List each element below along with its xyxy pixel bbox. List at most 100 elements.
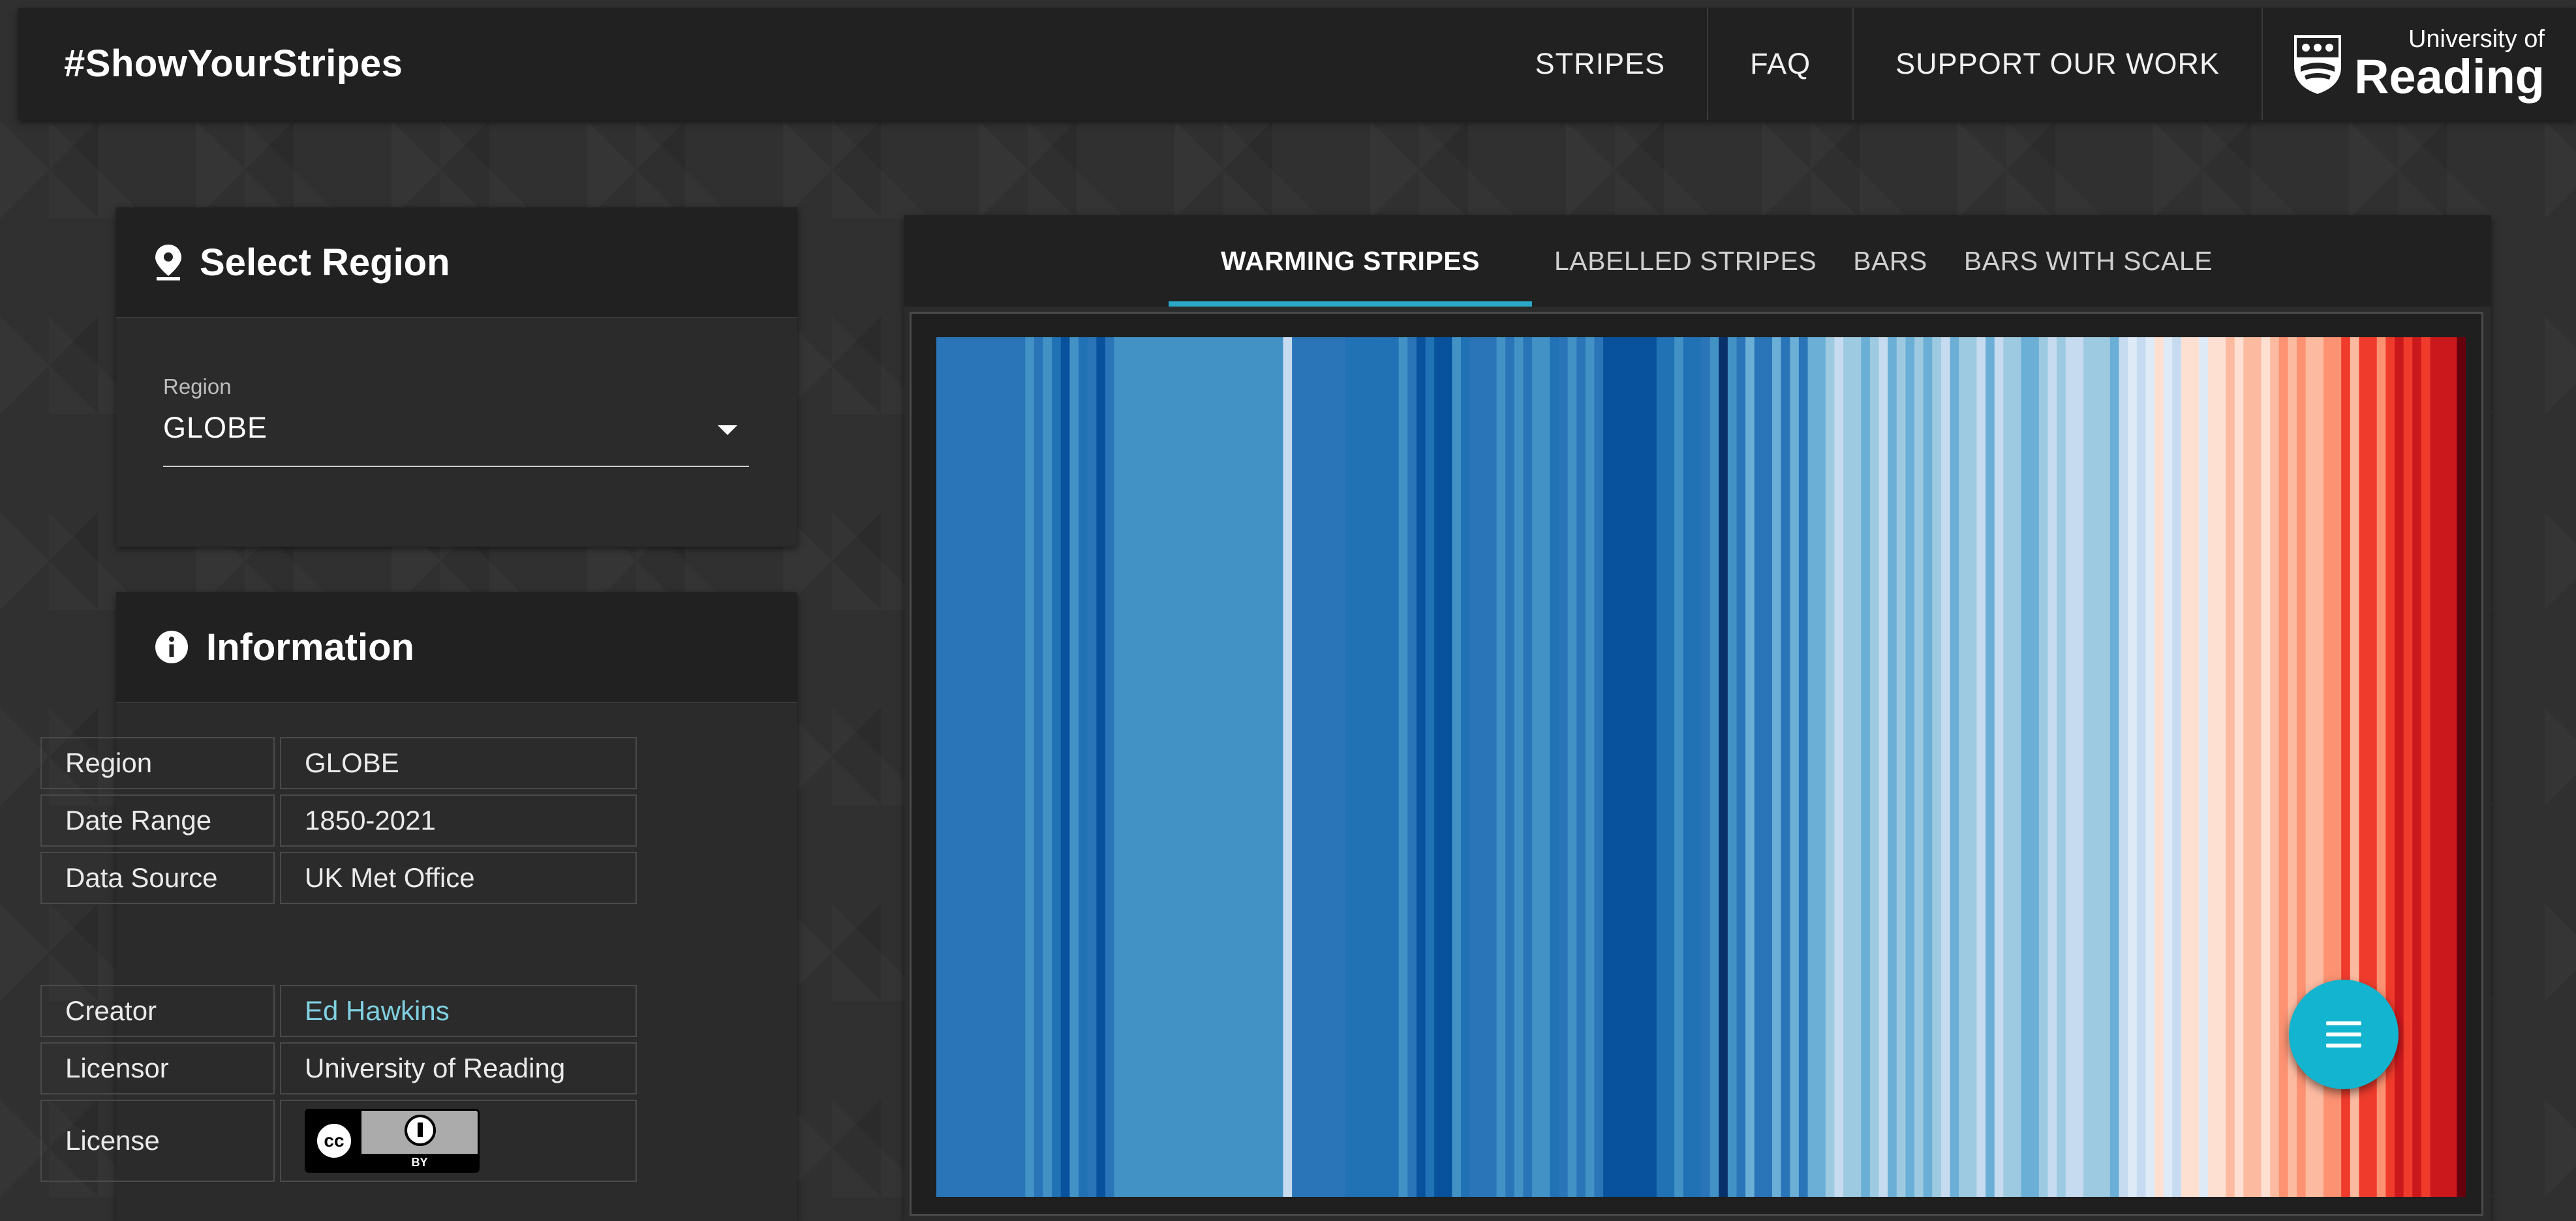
stripe-year-1905 [1425,337,1435,1197]
stripe-year-1999 [2261,337,2271,1197]
stripe-year-1859 [1016,337,1026,1197]
stripe-year-1997 [2243,337,2253,1197]
stripe-year-1907 [1443,337,1453,1197]
stripe-year-1877 [1176,337,1186,1197]
stripe-year-1909 [1461,337,1471,1197]
stripe-year-1980 [2092,337,2102,1197]
tab-bars-with-scale[interactable]: BARS WITH SCALE [1950,215,2227,307]
stripe-year-1993 [2207,337,2218,1197]
stripe-year-1886 [1256,337,1266,1197]
stripe-year-1879 [1194,337,1204,1197]
stripe-year-2000 [2270,337,2280,1197]
region-select[interactable]: GLOBE [163,397,749,467]
stripe-year-1977 [2065,337,2075,1197]
stripe-year-1869 [1105,337,1115,1197]
info-value: 1850-2021 [280,794,637,847]
stripe-year-1979 [2083,337,2093,1197]
info-key: Data Source [40,852,275,904]
stripe-year-1857 [998,337,1008,1197]
stripe-year-1860 [1025,337,1035,1197]
stripe-year-1965 [1959,337,1969,1197]
stripe-year-1954 [1861,337,1871,1197]
stripe-year-1919 [1550,337,1559,1197]
stripe-year-1970 [2003,337,2013,1197]
stripe-year-1876 [1167,337,1177,1197]
stripe-year-1934 [1683,337,1693,1197]
stripe-year-1906 [1434,337,1444,1197]
stripe-year-2002 [2288,337,2297,1197]
top-app-bar: #ShowYourStripes STRIPES FAQ SUPPORT OUR… [18,8,2576,120]
stripe-year-1854 [972,337,981,1197]
logo-line-1: University of [2408,25,2545,53]
stripe-year-1918 [1541,337,1550,1197]
stripe-year-1882 [1221,337,1231,1197]
stripe-year-1890 [1292,337,1302,1197]
stripe-year-1963 [1940,337,1951,1197]
stripe-year-1953 [1852,337,1862,1197]
stripe-year-1922 [1576,337,1586,1197]
table-row: Data Source UK Met Office [40,852,637,904]
stripe-year-1863 [1052,337,1062,1197]
brand-title[interactable]: #ShowYourStripes [64,8,403,120]
creator-link[interactable]: Ed Hawkins [305,995,450,1026]
stripe-year-1975 [2047,337,2057,1197]
stripe-year-1969 [1994,337,2004,1197]
table-row: License cc BY [40,1100,637,1182]
stripe-year-1972 [2021,337,2031,1197]
cc-by-license-badge[interactable]: cc BY [305,1109,480,1173]
stripe-year-1945 [1781,337,1790,1197]
stripe-year-1978 [2074,337,2084,1197]
location-pin-icon [155,245,181,280]
stripe-year-1896 [1345,337,1355,1197]
stripe-year-1908 [1452,337,1462,1197]
stripe-year-1875 [1158,337,1168,1197]
menu-fab-button[interactable] [2289,980,2399,1089]
stripe-year-1948 [1807,337,1817,1197]
stripe-year-1927 [1621,337,1631,1197]
region-field-label: Region [163,374,232,399]
stripe-year-1990 [2181,337,2191,1197]
stripe-year-1994 [2216,337,2226,1197]
info-icon [155,631,188,663]
table-row: Creator Ed Hawkins [40,985,637,1037]
stripe-year-1884 [1238,337,1248,1197]
information-header: Information [116,592,797,703]
stripe-year-1936 [1701,337,1711,1197]
nav-support-our-work[interactable]: SUPPORT OUR WORK [1854,8,2263,120]
nav-faq[interactable]: FAQ [1708,8,1854,120]
stripe-year-1917 [1532,337,1542,1197]
stripe-year-1989 [2172,337,2182,1197]
stripe-year-1914 [1505,337,1515,1197]
stripe-year-1889 [1283,337,1293,1197]
stripe-year-1894 [1327,337,1337,1197]
stripe-year-1920 [1558,337,1569,1197]
stripe-year-1880 [1203,337,1213,1197]
stripe-year-1985 [2136,337,2146,1197]
stripe-year-1984 [2128,337,2138,1197]
stripe-year-1866 [1079,337,1088,1197]
stripe-year-1960 [1914,337,1924,1197]
stripe-year-1973 [2030,337,2040,1197]
tab-bars[interactable]: BARS [1839,215,1942,307]
tab-warming-stripes[interactable]: WARMING STRIPES [1168,215,1532,307]
information-title: Information [206,626,414,669]
stripe-year-1902 [1398,337,1408,1197]
info-value: UK Met Office [280,852,637,904]
stripe-year-1940 [1736,337,1746,1197]
stripe-year-1923 [1585,337,1595,1197]
stripe-year-1983 [2119,337,2128,1197]
top-nav: STRIPES FAQ SUPPORT OUR WORK University … [1494,8,2576,120]
nav-stripes[interactable]: STRIPES [1494,8,1709,120]
tab-labelled-stripes[interactable]: LABELLED STRIPES [1540,215,1831,307]
stripe-year-1933 [1674,337,1684,1197]
university-logo[interactable]: University of Reading [2263,8,2576,120]
stripe-year-1962 [1932,337,1942,1197]
dropdown-caret-icon [718,425,737,435]
stripe-year-1858 [1007,337,1017,1197]
stripe-year-1967 [1976,337,1986,1197]
stripe-year-1888 [1274,337,1284,1197]
stripe-year-1982 [2109,337,2120,1197]
chart-tabs: WARMING STRIPES LABELLED STRIPES BARS BA… [904,215,2491,307]
stripe-year-1871 [1123,337,1133,1197]
stripe-year-1893 [1319,337,1328,1197]
